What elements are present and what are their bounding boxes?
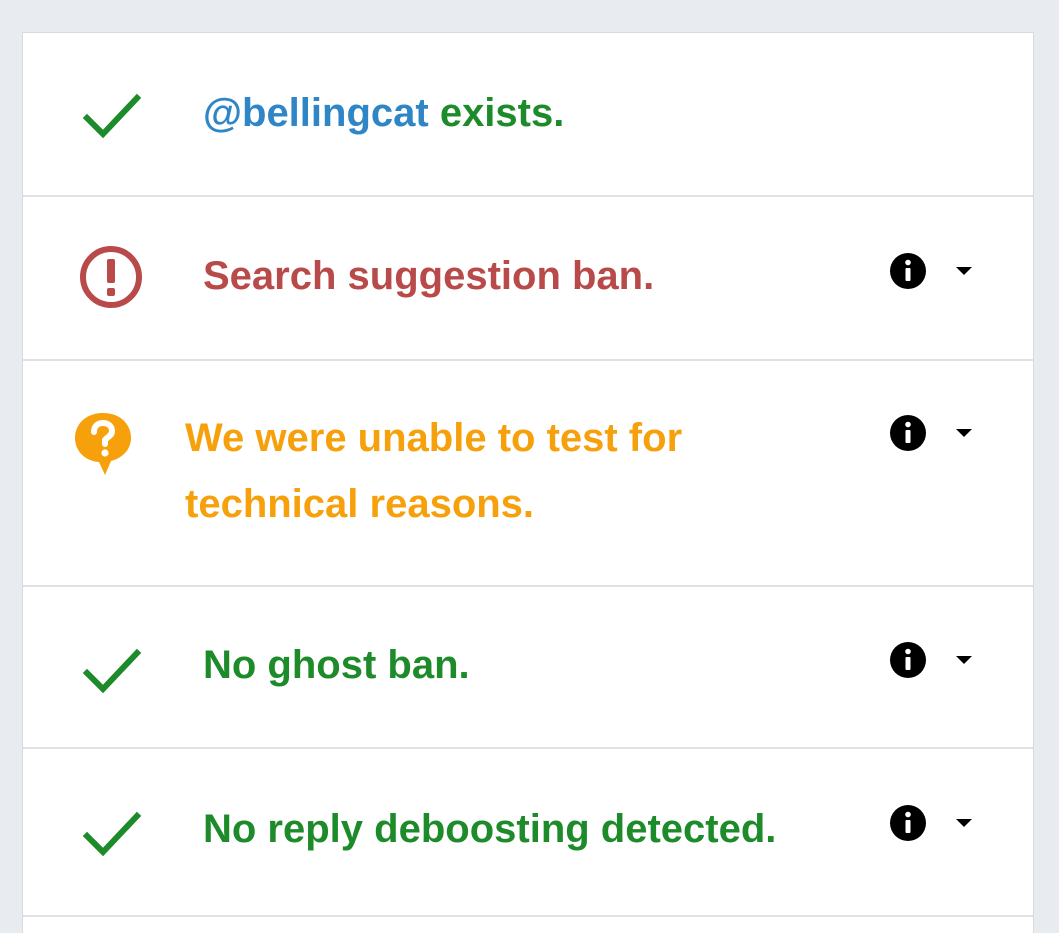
info-icon bbox=[889, 414, 927, 452]
check-icon bbox=[75, 80, 147, 152]
account-handle-link[interactable]: @bellingcat bbox=[203, 91, 429, 135]
result-row-reply-deboosting: No reply deboosting detected. bbox=[23, 749, 1033, 917]
result-row-ghost-ban: No ghost ban. bbox=[23, 587, 1033, 749]
result-row-account-exists: @bellingcat exists. bbox=[23, 33, 1033, 197]
caret-down-icon bbox=[955, 653, 973, 665]
caret-down-icon bbox=[955, 264, 973, 276]
search-suggestion-ban-details-toggle[interactable] bbox=[889, 252, 981, 292]
results-card: @bellingcat exists. Search suggestion ba… bbox=[22, 32, 1034, 933]
unable-to-test-message-line1: We were unable to test for bbox=[185, 416, 683, 460]
question-bubble-icon bbox=[67, 405, 139, 477]
exclamation-circle-icon bbox=[75, 241, 147, 313]
caret-down-icon bbox=[955, 816, 973, 828]
search-suggestion-ban-message: Search suggestion ban. bbox=[203, 254, 655, 298]
info-icon bbox=[889, 804, 927, 842]
account-exists-message: @bellingcat exists. bbox=[203, 80, 564, 146]
check-icon bbox=[75, 798, 147, 870]
caret-down-icon bbox=[955, 426, 973, 438]
ghost-ban-details-toggle[interactable] bbox=[889, 641, 981, 681]
result-row-search-suggestion-ban: Search suggestion ban. bbox=[23, 197, 1033, 361]
unable-to-test-details-toggle[interactable] bbox=[889, 414, 981, 454]
reply-deboosting-message: No reply deboosting detected. bbox=[203, 807, 777, 851]
reply-deboosting-details-toggle[interactable] bbox=[889, 804, 981, 844]
info-icon bbox=[889, 252, 927, 290]
account-exists-text: exists. bbox=[428, 91, 565, 135]
info-icon bbox=[889, 641, 927, 679]
check-icon bbox=[75, 635, 147, 707]
unable-to-test-message-line2: technical reasons. bbox=[185, 482, 535, 526]
result-row-unable-to-test: We were unable to test for technical rea… bbox=[23, 361, 1033, 587]
ghost-ban-message: No ghost ban. bbox=[203, 643, 470, 687]
